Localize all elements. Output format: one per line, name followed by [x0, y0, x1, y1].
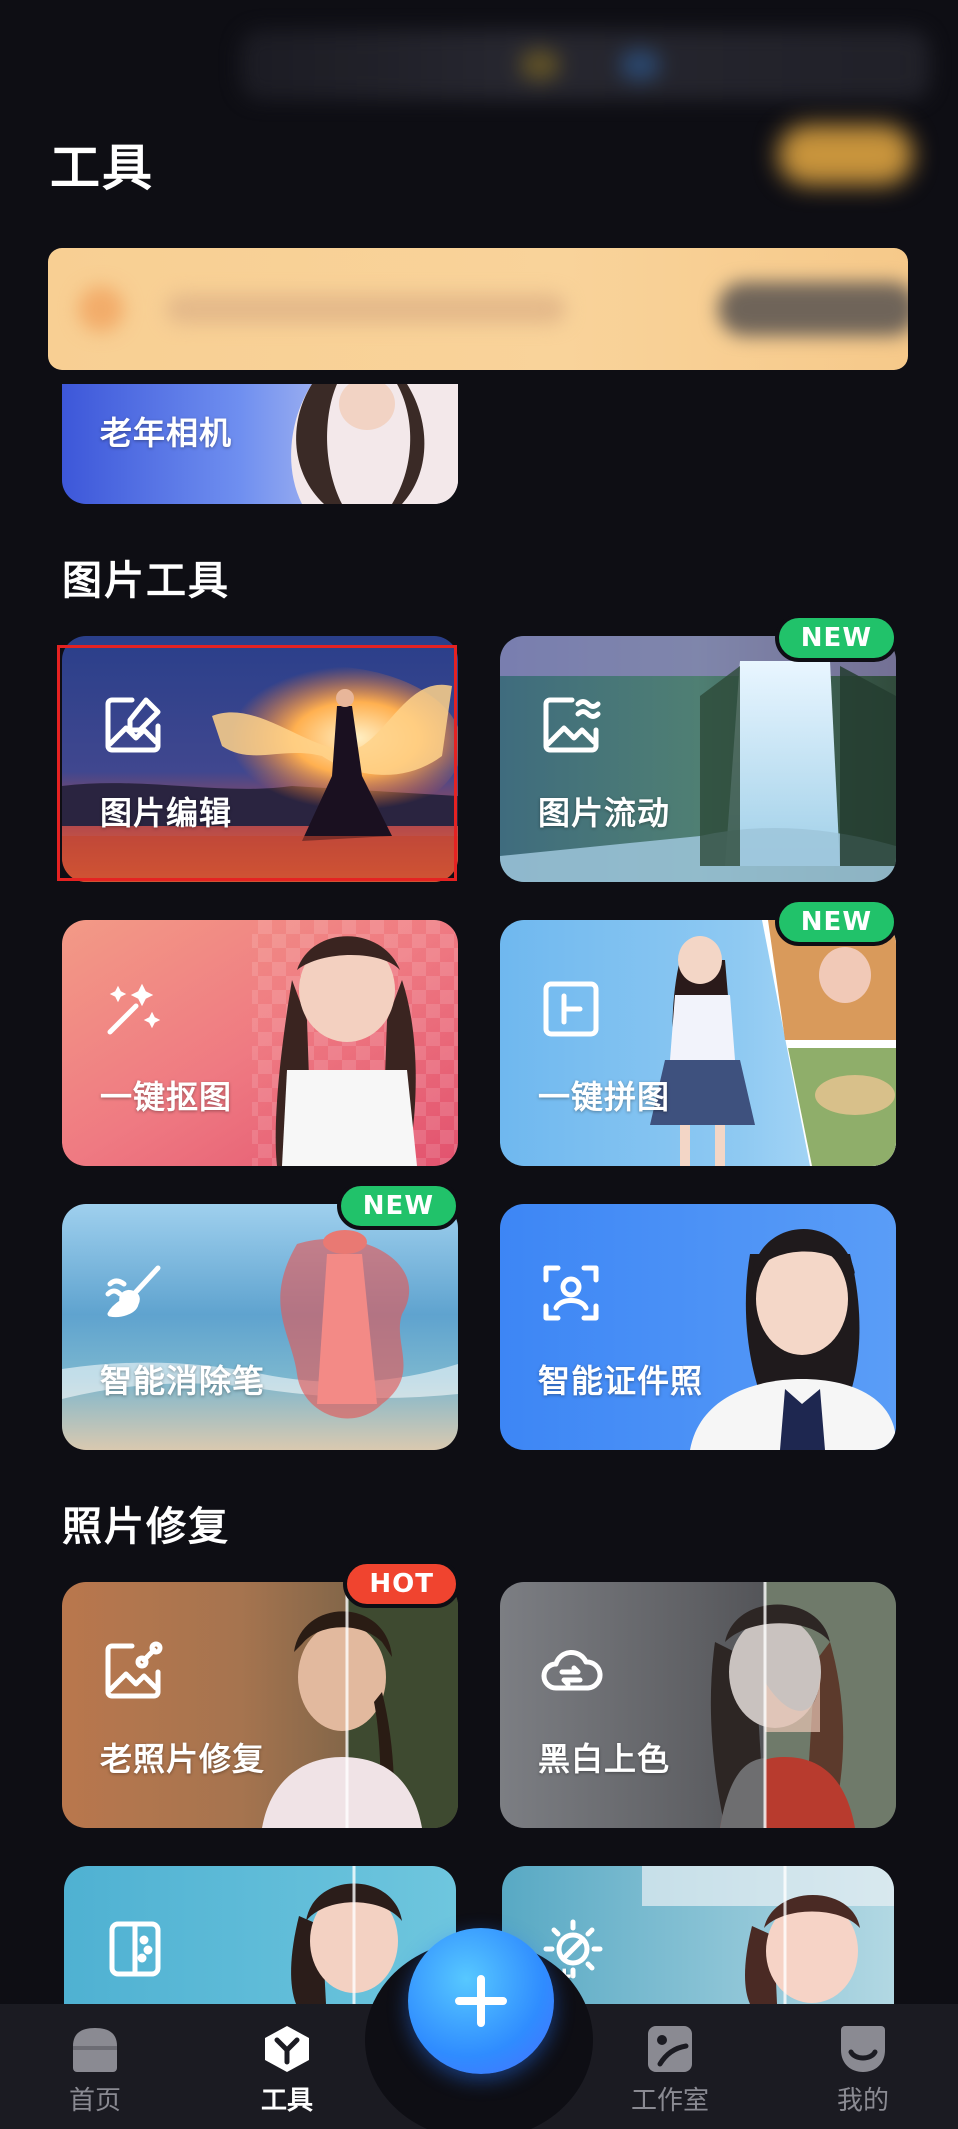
plus-icon	[455, 1975, 507, 2027]
nav-item-home[interactable]: 首页	[40, 2024, 150, 2117]
tool-card-elderly-camera[interactable]: 老年相机	[62, 384, 458, 504]
cloud-color-icon	[538, 1638, 604, 1704]
card-label: 老照片修复	[100, 1740, 266, 1778]
section-title-photo-repair: 照片修复	[62, 1504, 230, 1550]
vip-badge[interactable]	[778, 125, 913, 185]
card-label: 图片流动	[538, 794, 671, 832]
image-flow-icon	[538, 692, 604, 758]
card-artwork	[500, 636, 896, 882]
status-bar	[240, 30, 930, 100]
magic-wand-icon	[100, 976, 166, 1042]
new-badge: NEW	[774, 614, 898, 662]
card-label: 老年相机	[100, 414, 233, 452]
nav-label: 我的	[836, 2086, 889, 2116]
nav-item-tools[interactable]: 工具	[232, 2024, 342, 2117]
card-artwork	[500, 920, 896, 1166]
tool-card-old-photo-repair[interactable]: 老照片修复 HOT	[62, 1560, 460, 1828]
card-label: 图片编辑	[100, 794, 233, 832]
status-indicator	[620, 50, 660, 80]
card-label: 一键拼图	[538, 1078, 671, 1116]
tool-card-image-flow[interactable]: 图片流动 NEW	[500, 614, 898, 882]
new-badge: NEW	[336, 1182, 460, 1230]
nav-item-profile[interactable]: 我的	[808, 2024, 918, 2117]
photo-repair-icon	[100, 1638, 166, 1704]
section-title-picture-tools: 图片工具	[62, 558, 230, 604]
home-icon	[69, 2024, 121, 2074]
tool-card-collage[interactable]: 一键拼图 NEW	[500, 898, 898, 1166]
enhance-icon	[102, 1916, 168, 1982]
card-label: 一键抠图	[100, 1078, 233, 1116]
nav-label: 工作室	[630, 2086, 709, 2116]
profile-icon	[837, 2024, 889, 2074]
card-artwork	[62, 636, 458, 882]
tool-card-image-edit[interactable]: 图片编辑	[62, 636, 458, 882]
new-badge: NEW	[774, 898, 898, 946]
promo-button[interactable]	[718, 282, 908, 336]
card-artwork	[500, 1582, 896, 1828]
id-photo-icon	[538, 1260, 604, 1326]
nav-label: 工具	[260, 2086, 313, 2116]
studio-icon	[644, 2024, 696, 2074]
card-artwork	[62, 1204, 458, 1450]
tool-card-smart-eraser[interactable]: 智能消除笔 NEW	[62, 1182, 460, 1450]
eraser-brush-icon	[100, 1260, 166, 1326]
promo-icon	[78, 286, 124, 332]
create-button[interactable]	[408, 1928, 554, 2074]
tool-card-cutout[interactable]: 一键抠图	[62, 920, 458, 1166]
card-label: 智能证件照	[538, 1362, 704, 1400]
image-edit-icon	[100, 692, 166, 758]
card-label: 黑白上色	[538, 1740, 671, 1778]
nav-label: 首页	[68, 2086, 121, 2116]
card-label: 智能消除笔	[100, 1362, 266, 1400]
status-indicator	[520, 50, 560, 80]
card-artwork	[62, 920, 458, 1166]
nav-item-studio[interactable]: 工作室	[615, 2024, 725, 2117]
tools-icon	[261, 2024, 313, 2074]
promo-text	[166, 294, 566, 324]
hot-badge: HOT	[343, 1560, 460, 1608]
tool-card-id-photo[interactable]: 智能证件照	[500, 1204, 896, 1450]
collage-icon	[538, 976, 604, 1042]
page-title: 工具	[50, 139, 154, 197]
tool-card-colorize[interactable]: 黑白上色	[500, 1582, 896, 1828]
card-artwork	[500, 1204, 896, 1450]
promo-banner[interactable]	[48, 248, 908, 370]
card-artwork	[62, 1582, 458, 1828]
